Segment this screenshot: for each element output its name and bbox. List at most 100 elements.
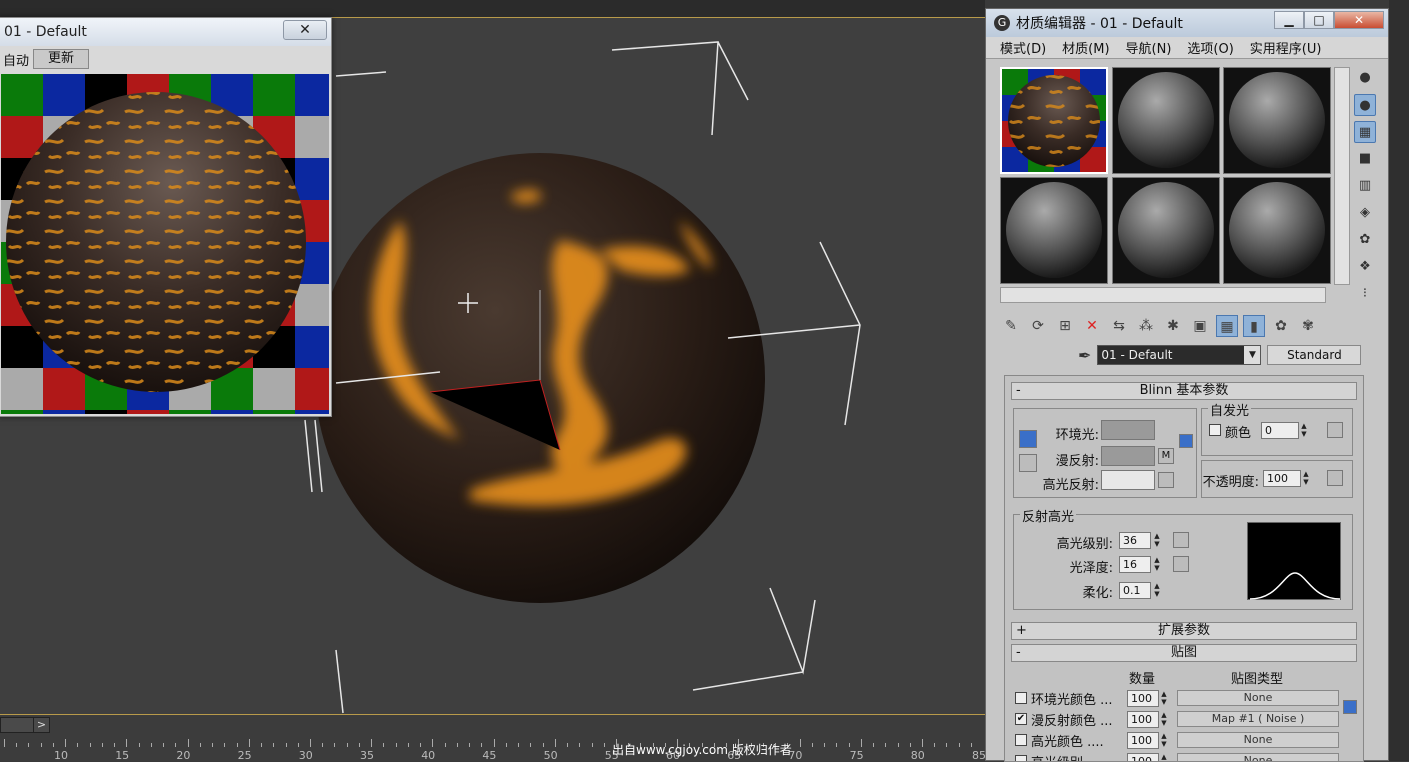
put-to-library-icon[interactable]: ✱ [1162, 315, 1184, 337]
assign-to-selection-icon[interactable]: ⊞ [1054, 315, 1076, 337]
auto-label[interactable]: 自动 [3, 50, 29, 69]
menu-material[interactable]: 材质(M) [1062, 38, 1109, 57]
material-effects-channel-icon[interactable]: ▣ [1189, 315, 1211, 337]
backlight-icon[interactable]: ● [1354, 94, 1376, 116]
map-diffuse-amount[interactable]: 100 [1127, 711, 1159, 728]
sample-slot-2[interactable] [1112, 67, 1220, 174]
opacity-spinner-arrows[interactable]: ▲ ▼ [1301, 470, 1311, 487]
select-by-material-icon[interactable]: ❖ [1354, 256, 1376, 278]
diffuse-swatch[interactable] [1101, 446, 1155, 466]
specular-level-map-button[interactable] [1173, 532, 1189, 548]
soften-spinner[interactable]: 0.1 [1119, 582, 1151, 599]
glossiness-spinner[interactable]: 16 [1119, 556, 1151, 573]
specular-swatch[interactable] [1101, 470, 1155, 490]
make-unique-icon[interactable]: ⁂ [1135, 315, 1157, 337]
close-button[interactable]: ✕ [1334, 11, 1384, 29]
self-illum-color-checkbox[interactable] [1209, 424, 1221, 436]
time-slider-next-button[interactable]: > [33, 717, 49, 733]
timeline-tick [456, 743, 458, 747]
menu-mode[interactable]: 模式(D) [1000, 38, 1046, 57]
timeline-tick [505, 743, 507, 747]
video-color-check-icon[interactable]: ▥ [1354, 175, 1376, 197]
slots-horizontal-scrollbar[interactable] [1000, 287, 1326, 303]
opacity-map-button[interactable] [1327, 470, 1343, 486]
menu-navigation[interactable]: 导航(N) [1126, 38, 1172, 57]
material-navigator-icon[interactable]: ⁝ [1354, 283, 1376, 305]
show-map-in-viewport-icon[interactable]: ▦ [1216, 315, 1238, 337]
map-specular-label: 高光颜色 .... [1031, 735, 1104, 750]
material-editor-window[interactable]: G 材质编辑器 - 01 - Default ▁ □ ✕ 模式(D) 材质(M) … [985, 8, 1389, 762]
get-material-icon[interactable]: ✎ [1000, 315, 1022, 337]
sample-slot-5[interactable] [1112, 177, 1220, 284]
opacity-spinner[interactable]: 100 [1263, 470, 1301, 487]
map-diffuse-button[interactable]: Map #1 ( Noise ) [1177, 711, 1339, 727]
sample-slot-3[interactable] [1223, 67, 1331, 174]
blinn-rollout-header[interactable]: - Blinn 基本参数 [1011, 382, 1357, 400]
sample-slot-6[interactable] [1223, 177, 1331, 284]
sample-slot-1[interactable] [1000, 67, 1108, 174]
close-button[interactable]: ✕ [283, 20, 327, 40]
map-ambient-checkbox[interactable] [1015, 692, 1027, 704]
options-icon[interactable]: ✿ [1354, 229, 1376, 251]
diffuse-map-button[interactable]: M [1158, 448, 1174, 464]
lock-icon[interactable] [1179, 434, 1193, 448]
map-ambient-button[interactable]: None [1177, 690, 1339, 706]
copy-material-icon[interactable]: ⇆ [1108, 315, 1130, 337]
self-illum-spinner[interactable]: 0 [1261, 422, 1299, 439]
glossiness-map-button[interactable] [1173, 556, 1189, 572]
command-panel-edge [1389, 0, 1409, 761]
glossiness-arrows[interactable]: ▲ ▼ [1152, 556, 1162, 573]
map-diffuse-checkbox[interactable]: ✔ [1015, 713, 1027, 725]
sample-type-icon[interactable]: ● [1354, 67, 1376, 89]
update-button[interactable]: 更新 [33, 49, 90, 69]
maximize-button[interactable]: □ [1304, 11, 1334, 29]
map-lock-icon[interactable] [1343, 700, 1357, 714]
menu-utilities[interactable]: 实用程序(U) [1250, 38, 1322, 57]
map-ambient-arrows[interactable]: ▲ ▼ [1159, 690, 1169, 707]
show-end-result-icon[interactable]: ▮ [1243, 315, 1265, 337]
background-icon[interactable]: ▦ [1354, 121, 1376, 143]
eyedropper-icon[interactable]: ✒ [1078, 346, 1091, 365]
timeline-tick [322, 743, 324, 747]
lock-ambient-diffuse-icon[interactable] [1019, 430, 1037, 448]
soften-arrows[interactable]: ▲ ▼ [1152, 582, 1162, 599]
map-specular-arrows[interactable]: ▲ ▼ [1159, 732, 1169, 749]
go-to-parent-icon[interactable]: ✿ [1270, 315, 1292, 337]
map-specular-checkbox[interactable] [1015, 734, 1027, 746]
time-slider[interactable]: > [0, 717, 50, 733]
timeline-ruler[interactable]: > 10 15 20 25 30 35 40 45 50 55 60 65 70 75 80 85 [0, 714, 985, 761]
lock-diffuse-specular-icon[interactable] [1019, 454, 1037, 472]
ambient-swatch[interactable] [1101, 420, 1155, 440]
self-illum-color-label: 颜色 [1225, 426, 1252, 441]
go-forward-to-sibling-icon[interactable]: ✾ [1297, 315, 1319, 337]
viewport[interactable]: 01 - Default ✕ 自动 更新 > 10 15 20 25 30 35… [0, 0, 985, 761]
chevron-down-icon[interactable]: ▼ [1244, 346, 1261, 364]
self-illum-map-button[interactable] [1327, 422, 1343, 438]
timeline-tick [493, 739, 495, 747]
maps-rollout-header[interactable]: - 贴图 [1011, 644, 1357, 662]
specular-level-spinner[interactable]: 36 [1119, 532, 1151, 549]
minimize-button[interactable]: ▁ [1274, 11, 1304, 29]
specular-map-button[interactable] [1158, 472, 1174, 488]
timeline-tick [150, 743, 152, 747]
map-ambient-amount[interactable]: 100 [1127, 690, 1159, 707]
self-illum-spinner-arrows[interactable]: ▲ ▼ [1299, 422, 1309, 439]
timeline-tick [236, 743, 238, 747]
material-name-field[interactable]: 01 - Default ▼ [1097, 345, 1262, 365]
menu-options[interactable]: 选项(O) [1187, 38, 1233, 57]
map-diffuse-arrows[interactable]: ▲ ▼ [1159, 711, 1169, 728]
timeline-tick [542, 743, 544, 747]
specular-level-arrows[interactable]: ▲ ▼ [1152, 532, 1162, 549]
rendered-frame-window[interactable]: 01 - Default ✕ 自动 更新 [0, 17, 332, 417]
timeline-tick [469, 743, 471, 747]
reset-map-icon[interactable]: ✕ [1081, 315, 1103, 337]
sample-slot-4[interactable] [1000, 177, 1108, 284]
material-type-button[interactable]: Standard [1267, 345, 1362, 365]
map-specular-button[interactable]: None [1177, 732, 1339, 748]
uv-tiling-icon[interactable]: ■ [1354, 148, 1376, 170]
map-specular-amount[interactable]: 100 [1127, 732, 1159, 749]
put-to-scene-icon[interactable]: ⟳ [1027, 315, 1049, 337]
make-preview-icon[interactable]: ◈ [1354, 202, 1376, 224]
extended-params-rollout-header[interactable]: + 扩展参数 [1011, 622, 1357, 640]
slots-vertical-scrollbar[interactable] [1334, 67, 1350, 285]
